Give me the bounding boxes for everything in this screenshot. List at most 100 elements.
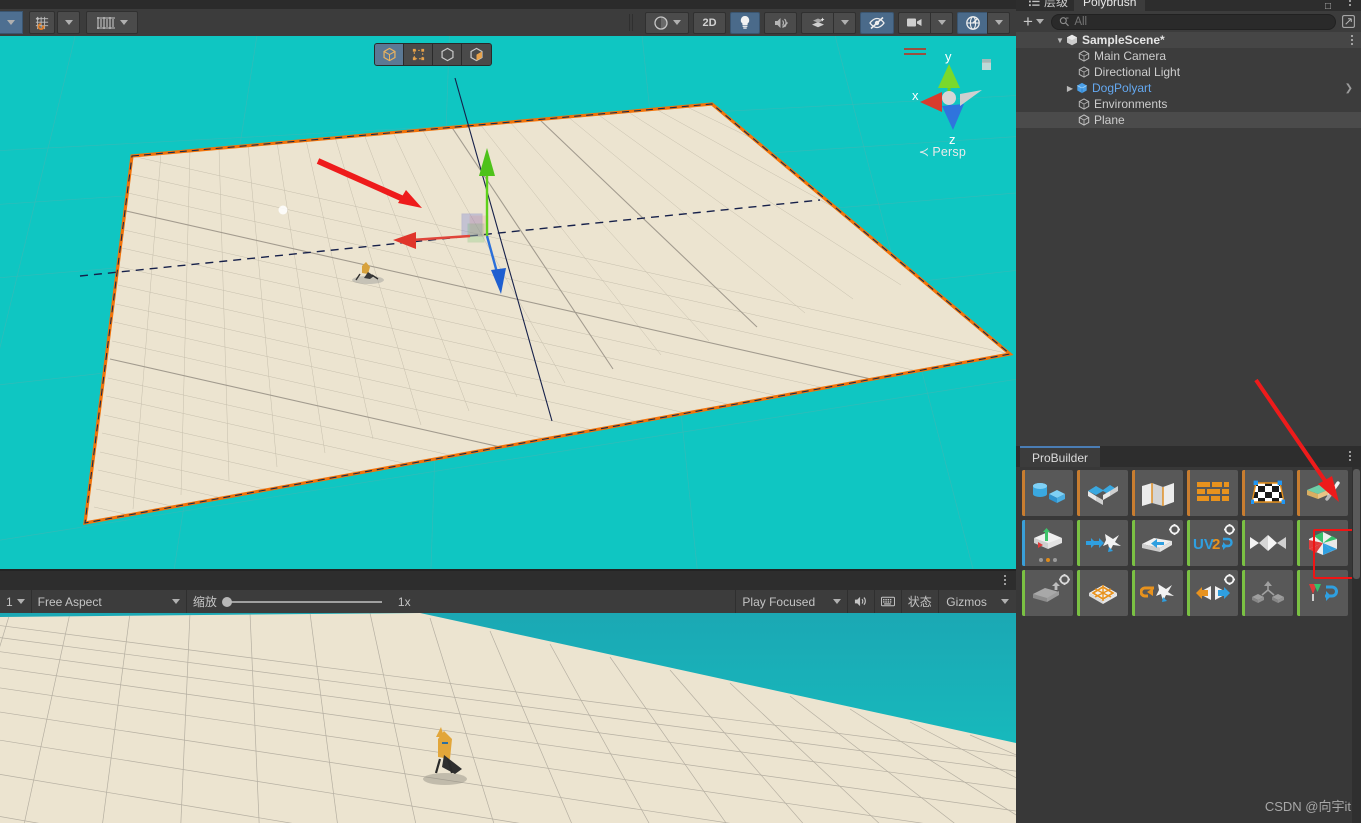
category-stripe-green bbox=[1242, 520, 1245, 566]
scene-view-gizmo[interactable]: y z x ≺ Persp bbox=[894, 44, 1004, 164]
gizmos-toggle-button[interactable] bbox=[957, 11, 987, 34]
hierarchy-tab-strip: 层级 Polybrush □ bbox=[1016, 0, 1361, 11]
uv-checker-icon bbox=[1250, 480, 1285, 504]
pb-center-pivot[interactable] bbox=[1077, 570, 1128, 616]
audio-toggle-button[interactable] bbox=[764, 11, 797, 34]
gear-icon[interactable] bbox=[1224, 572, 1235, 590]
dog-character-game[interactable] bbox=[400, 721, 490, 796]
pivot-dropdown[interactable] bbox=[0, 11, 23, 34]
eye-off-icon bbox=[869, 16, 885, 29]
hierarchy-expand-icon[interactable] bbox=[1340, 14, 1357, 30]
aspect-dropdown[interactable]: Free Aspect bbox=[32, 590, 187, 613]
hierarchy-row-main-camera[interactable]: Main Camera bbox=[1016, 48, 1361, 64]
mute-audio-button[interactable] bbox=[848, 590, 875, 613]
display-dropdown[interactable]: 1 bbox=[0, 590, 32, 613]
tab-polybrush[interactable]: Polybrush bbox=[1074, 0, 1146, 11]
pb-new-bezier-shape-tool[interactable] bbox=[1132, 470, 1183, 516]
hierarchy-search-input[interactable] bbox=[1074, 15, 1328, 28]
hierarchy-row-directional-light[interactable]: Directional Light bbox=[1016, 64, 1361, 80]
pb-set-collider[interactable] bbox=[1242, 570, 1293, 616]
pb-new-shape-tool[interactable] bbox=[1022, 470, 1073, 516]
gizmos-button[interactable]: Gizmos bbox=[939, 590, 994, 613]
pb-merge-objects[interactable] bbox=[1132, 520, 1183, 566]
hierarchy-tree[interactable]: ▼ SampleScene* Main Camera Directional L… bbox=[1016, 32, 1361, 446]
gameobject-icon bbox=[1078, 114, 1090, 126]
probuilder-toolbar-grid: UV 2 bbox=[1016, 467, 1361, 823]
gizmos-dropdown[interactable] bbox=[994, 590, 1016, 613]
add-gameobject-button[interactable]: + bbox=[1020, 13, 1047, 30]
pb-vertex-colors[interactable] bbox=[1297, 470, 1348, 516]
category-stripe-green bbox=[1077, 570, 1080, 616]
pb-set-trigger[interactable] bbox=[1297, 570, 1348, 616]
dog-polyart-model[interactable] bbox=[342, 254, 402, 294]
category-stripe-green bbox=[1187, 570, 1190, 616]
svg-text:UV: UV bbox=[1193, 536, 1214, 553]
scene-kebab-menu[interactable] bbox=[1351, 35, 1353, 45]
probuilder-scrollbar[interactable] bbox=[1352, 467, 1361, 823]
chevron-down-icon bbox=[937, 20, 946, 25]
pb-uv-editor[interactable] bbox=[1242, 470, 1293, 516]
stats-button[interactable]: 状态 bbox=[902, 590, 940, 613]
chevron-down-icon bbox=[171, 599, 180, 604]
lighting-toggle-button[interactable] bbox=[730, 11, 760, 34]
scrollbar-thumb[interactable] bbox=[1353, 469, 1360, 579]
trigger-icon bbox=[1308, 584, 1338, 601]
gizmos-dropdown[interactable] bbox=[987, 11, 1010, 34]
hierarchy-row-dogpolyart[interactable]: ▶ DogPolyart ❯ bbox=[1016, 80, 1361, 96]
zoom-slider-group[interactable]: 缩放 1x bbox=[187, 590, 737, 613]
gizmo-menu-icon[interactable] bbox=[904, 48, 926, 58]
transform-move-gizmo[interactable] bbox=[0, 36, 1016, 571]
effects-icon bbox=[811, 17, 824, 27]
view-axis-gizmo-icon[interactable]: y z x bbox=[894, 44, 1004, 154]
pb-subdivide-object[interactable] bbox=[1187, 570, 1238, 616]
hierarchy-row-environments[interactable]: Environments bbox=[1016, 96, 1361, 112]
2d-toggle-button[interactable]: 2D bbox=[693, 11, 726, 34]
pb-flip-normals[interactable] bbox=[1242, 520, 1293, 566]
expand-triangle-icon[interactable]: ▼ bbox=[1054, 36, 1066, 45]
pb-smoothing-groups[interactable] bbox=[1022, 520, 1073, 566]
edit-mode-object[interactable] bbox=[375, 44, 404, 65]
chevron-right-icon[interactable]: ❯ bbox=[1345, 83, 1353, 94]
zoom-slider[interactable] bbox=[221, 596, 382, 607]
pb-new-poly-shape-tool[interactable] bbox=[1077, 470, 1128, 516]
draw-mode-dropdown[interactable] bbox=[645, 11, 689, 34]
hierarchy-search-box[interactable] bbox=[1050, 13, 1336, 30]
maximize-icon[interactable]: □ bbox=[1325, 1, 1331, 11]
unity-scene-icon bbox=[1066, 34, 1078, 46]
hierarchy-row-scene[interactable]: ▼ SampleScene* bbox=[1016, 32, 1361, 48]
edit-mode-face[interactable] bbox=[462, 44, 491, 65]
snap-increment-control[interactable] bbox=[86, 11, 138, 34]
game-view-kebab-menu[interactable] bbox=[1004, 575, 1006, 585]
gear-icon[interactable] bbox=[1169, 522, 1180, 540]
game-stats-toggle[interactable] bbox=[875, 590, 902, 613]
tab-hierarchy[interactable]: 层级 bbox=[1020, 0, 1077, 11]
camera-dropdown[interactable] bbox=[930, 11, 953, 34]
pb-triangulate[interactable] bbox=[1297, 520, 1348, 566]
probuilder-kebab-menu[interactable] bbox=[1349, 451, 1351, 461]
game-view[interactable]: sky bbox=[0, 613, 1016, 823]
scene-projection-label[interactable]: ≺ Persp bbox=[919, 144, 966, 159]
pb-export-object[interactable] bbox=[1022, 570, 1073, 616]
edit-mode-edge[interactable] bbox=[433, 44, 462, 65]
scene-visibility-toggle[interactable] bbox=[860, 11, 894, 34]
hierarchy-kebab-menu[interactable] bbox=[1349, 0, 1351, 6]
play-mode-dropdown[interactable]: Play Focused bbox=[736, 590, 848, 613]
tab-probuilder[interactable]: ProBuilder bbox=[1020, 446, 1101, 467]
scene-camera-button[interactable] bbox=[898, 11, 930, 34]
effects-dropdown[interactable] bbox=[833, 11, 856, 34]
gear-icon[interactable] bbox=[1224, 522, 1235, 540]
pb-lightmap-uvs[interactable]: UV 2 bbox=[1187, 520, 1238, 566]
edit-mode-vertex[interactable] bbox=[404, 44, 433, 65]
pb-conform-normals[interactable] bbox=[1132, 570, 1183, 616]
zoom-slider-handle[interactable] bbox=[221, 596, 232, 607]
grid-snap-toggle[interactable] bbox=[29, 11, 55, 34]
scene-view[interactable]: y z x ≺ Persp bbox=[0, 36, 1016, 571]
grid-snap-dropdown[interactable] bbox=[57, 11, 80, 34]
gear-icon[interactable] bbox=[1059, 572, 1070, 590]
pb-mirror-objects[interactable] bbox=[1077, 520, 1128, 566]
pb-material-editor[interactable] bbox=[1187, 470, 1238, 516]
hierarchy-row-plane[interactable]: Plane bbox=[1016, 112, 1361, 128]
collapse-triangle-icon[interactable]: ▶ bbox=[1064, 84, 1076, 93]
gizmo-globe-icon bbox=[965, 15, 980, 30]
effects-toggle-button[interactable] bbox=[801, 11, 833, 34]
